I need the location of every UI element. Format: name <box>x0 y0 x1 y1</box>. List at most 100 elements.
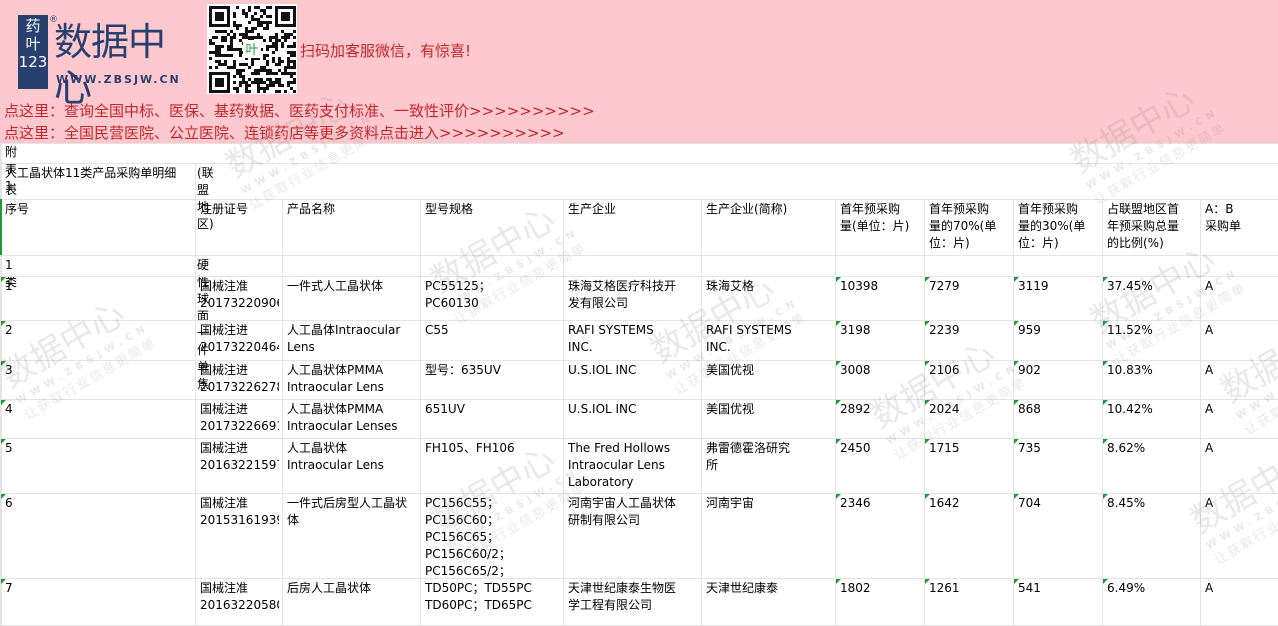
row-7-manufacturer[interactable]: 天津世纪康泰生物医 学工程有限公司 <box>568 580 698 625</box>
row-6-manufacturer[interactable]: 河南宇宙人工晶状体 研制有限公司 <box>568 495 698 578</box>
row-7-share[interactable]: 6.49% <box>1107 580 1197 625</box>
row-2-order-type[interactable]: A <box>1205 322 1275 360</box>
row-7-qty-70[interactable]: 1261 <box>929 580 1010 625</box>
row-7-manufacturer-short[interactable]: 天津世纪康泰 <box>706 580 832 625</box>
sheet-title[interactable]: 人工晶状体11类产品采购单明细 表 <box>5 165 195 199</box>
row-6-qty-30[interactable]: 704 <box>1018 495 1099 578</box>
site-logo[interactable]: 药 叶 123 ® 数据中心 WWW.ZBSJW.CN <box>18 15 186 91</box>
row-1-first-year-qty[interactable]: 10398 <box>840 278 921 320</box>
number-as-text-indicator <box>836 400 841 405</box>
row-5-reg-no[interactable]: 国械注进 20163221597 <box>200 440 279 493</box>
row-3-qty-70[interactable]: 2106 <box>929 362 1010 399</box>
row-1-manufacturer[interactable]: 珠海艾格医疗科技开 发有限公司 <box>568 278 698 320</box>
row-6-qty-70[interactable]: 1642 <box>929 495 1010 578</box>
header-reg-no[interactable]: 注册证号 <box>200 201 279 218</box>
row-2-first-year-qty[interactable]: 3198 <box>840 322 921 360</box>
grid-line <box>420 199 421 625</box>
row-2-manufacturer-short[interactable]: RAFI SYSTEMS INC. <box>706 322 832 360</box>
row-5-manufacturer-short[interactable]: 弗雷德霍洛研究 所 <box>706 440 832 493</box>
row-4-model[interactable]: 651UV <box>425 401 560 438</box>
row-3-order-type[interactable]: A <box>1205 362 1275 399</box>
row-3-share[interactable]: 10.83% <box>1107 362 1197 399</box>
header-manufacturer-short[interactable]: 生产企业(简称) <box>706 201 832 218</box>
row-5-index[interactable]: 5 <box>5 440 192 493</box>
query-data-link[interactable]: 点这里：查询全国中标、医保、基药数据、医药支付标准、一致性评价>>>>>>>>>… <box>4 100 595 121</box>
row-3-reg-no[interactable]: 国械注进 20173226278 <box>200 362 279 399</box>
header-first-year-qty[interactable]: 首年预采购 量(单位：片) <box>840 201 921 235</box>
row-1-product-name[interactable]: 一件式人工晶状体 <box>287 278 417 320</box>
row-2-qty-70[interactable]: 2239 <box>929 322 1010 360</box>
row-4-manufacturer[interactable]: U.S.IOL INC <box>568 401 698 438</box>
row-1-model[interactable]: PC55125； PC60130 <box>425 278 560 320</box>
row-6-share[interactable]: 8.45% <box>1107 495 1197 578</box>
row-2-model[interactable]: C55 <box>425 322 560 360</box>
row-4-reg-no[interactable]: 国械注进 20173226691 <box>200 401 279 438</box>
number-as-text-indicator <box>1103 400 1108 405</box>
row-5-order-type[interactable]: A <box>1205 440 1275 493</box>
row-2-qty-30[interactable]: 959 <box>1018 322 1099 360</box>
row-7-first-year-qty[interactable]: 1802 <box>840 580 921 625</box>
number-as-text-indicator <box>836 439 841 444</box>
row-5-model[interactable]: FH105、FH106 <box>425 440 560 493</box>
row-3-product-name[interactable]: 人工晶状体PMMA Intraocular Lens <box>287 362 417 399</box>
header-order-type[interactable]: A：B 采购单 <box>1205 201 1275 235</box>
row-5-manufacturer[interactable]: The Fred Hollows Intraocular Lens Labora… <box>568 440 698 493</box>
row-2-share[interactable]: 11.52% <box>1107 322 1197 360</box>
row-5-qty-30[interactable]: 735 <box>1018 440 1099 493</box>
row-5-product-name[interactable]: 人工晶状体 Intraocular Lens <box>287 440 417 493</box>
row-7-index[interactable]: 7 <box>5 580 192 625</box>
row-5-first-year-qty[interactable]: 2450 <box>840 440 921 493</box>
row-1-reg-no[interactable]: 国械注准 20173220906 <box>200 278 279 320</box>
row-2-reg-no[interactable]: 国械注进 20173220464 <box>200 322 279 360</box>
row-4-first-year-qty[interactable]: 2892 <box>840 401 921 438</box>
row-6-manufacturer-short[interactable]: 河南宇宙 <box>706 495 832 578</box>
row-4-order-type[interactable]: A <box>1205 401 1275 438</box>
row-4-index[interactable]: 4 <box>5 401 192 438</box>
row-3-manufacturer[interactable]: U.S.IOL INC <box>568 362 698 399</box>
row-1-order-type[interactable]: A <box>1205 278 1275 320</box>
header-manufacturer[interactable]: 生产企业 <box>568 201 698 218</box>
row-3-qty-30[interactable]: 902 <box>1018 362 1099 399</box>
row-7-model[interactable]: TD50PC；TD55PC TD60PC；TD65PC <box>425 580 560 625</box>
row-7-qty-30[interactable]: 541 <box>1018 580 1099 625</box>
header-product-name[interactable]: 产品名称 <box>287 201 417 218</box>
grid-line <box>0 199 1278 200</box>
row-1-qty-30[interactable]: 3119 <box>1018 278 1099 320</box>
row-2-product-name[interactable]: 人工晶体Intraocular Lens <box>287 322 417 360</box>
row-1-manufacturer-short[interactable]: 珠海艾格 <box>706 278 832 320</box>
row-3-model[interactable]: 型号：635UV <box>425 362 560 399</box>
row-6-reg-no[interactable]: 国械注准 20153161939 <box>200 495 279 578</box>
row-3-index[interactable]: 3 <box>5 362 192 399</box>
row-5-qty-70[interactable]: 1715 <box>929 440 1010 493</box>
row-7-reg-no[interactable]: 国械注准 20163220580 <box>200 580 279 625</box>
header-index[interactable]: 序号 <box>5 201 192 218</box>
row-6-order-type[interactable]: A <box>1205 495 1275 578</box>
row-6-model[interactable]: PC156C55； PC156C60； PC156C65； PC156C60/2… <box>425 495 560 578</box>
row-6-product-name[interactable]: 一件式后房型人工晶状 体 <box>287 495 417 578</box>
row-4-qty-70[interactable]: 2024 <box>929 401 1010 438</box>
row-5-share[interactable]: 8.62% <box>1107 440 1197 493</box>
row-1-qty-70[interactable]: 7279 <box>929 278 1010 320</box>
row-4-manufacturer-short[interactable]: 美国优视 <box>706 401 832 438</box>
hospitals-data-link[interactable]: 点这里：全国民营医院、公立医院、连锁药店等更多资料点击进入>>>>>>>>>> <box>4 122 565 143</box>
row-7-product-name[interactable]: 后房人工晶状体 <box>287 580 417 625</box>
row-6-first-year-qty[interactable]: 2346 <box>840 495 921 578</box>
row-4-qty-30[interactable]: 868 <box>1018 401 1099 438</box>
row-4-share[interactable]: 10.42% <box>1107 401 1197 438</box>
row-4-product-name[interactable]: 人工晶状体PMMA Intraocular Lenses <box>287 401 417 438</box>
row-2-manufacturer[interactable]: RAFI SYSTEMS INC. <box>568 322 698 360</box>
row-6-index[interactable]: 6 <box>5 495 192 578</box>
row-2-index[interactable]: 2 <box>5 322 192 360</box>
grid-line <box>195 199 196 625</box>
row-7-order-type[interactable]: A <box>1205 580 1275 625</box>
row-1-index[interactable]: 1 <box>5 278 192 320</box>
row-1-share[interactable]: 37.45% <box>1107 278 1197 320</box>
header-qty-30[interactable]: 首年预采购 量的30%(单 位：片) <box>1018 201 1099 252</box>
grid-line <box>0 255 1278 256</box>
row-3-manufacturer-short[interactable]: 美国优视 <box>706 362 832 399</box>
header-qty-70[interactable]: 首年预采购 量的70%(单 位：片) <box>929 201 1010 252</box>
header-model[interactable]: 型号规格 <box>425 201 560 218</box>
row-3-first-year-qty[interactable]: 3008 <box>840 362 921 399</box>
header-share[interactable]: 占联盟地区首 年预采购总量 的比例(%) <box>1107 201 1197 252</box>
number-as-text-indicator <box>925 494 930 499</box>
